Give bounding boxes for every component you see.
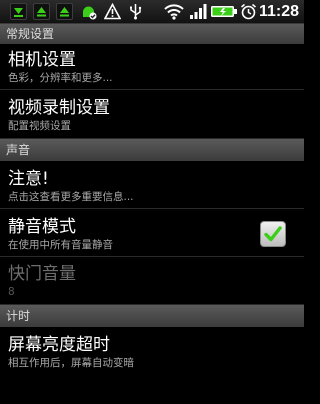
checkmark-icon bbox=[264, 226, 282, 242]
clock: 11:28 bbox=[258, 3, 299, 20]
settings-list[interactable]: 常规设置 相机设置 色彩，分辨率和更多... 视频录制设置 配置视频设置 声音 … bbox=[0, 24, 304, 379]
section-header-general: 常规设置 bbox=[0, 24, 304, 44]
list-item-shutter-volume: 快门音量 8 bbox=[0, 257, 304, 305]
upload-icon bbox=[56, 3, 73, 20]
download-icon bbox=[10, 3, 27, 20]
item-summary: 配置视频设置 bbox=[8, 120, 71, 132]
section-header-timing: 计时 bbox=[0, 305, 304, 327]
item-title: 相机设置 bbox=[8, 50, 76, 70]
wifi-icon bbox=[164, 3, 184, 20]
battery-charging-icon bbox=[210, 3, 238, 20]
status-bar: 11:28 bbox=[0, 0, 304, 24]
warning-icon bbox=[103, 2, 122, 20]
item-title: 屏幕亮度超时 bbox=[8, 335, 110, 355]
item-title: 快门音量 bbox=[8, 264, 76, 284]
alarm-icon bbox=[240, 3, 257, 20]
signal-icon bbox=[189, 3, 207, 20]
item-title: 注意! bbox=[8, 169, 49, 189]
list-item-video-settings[interactable]: 视频录制设置 配置视频设置 bbox=[0, 90, 304, 139]
upload-icon bbox=[33, 3, 50, 20]
android-settings-screen: 11:28 常规设置 相机设置 色彩，分辨率和更多... 视频录制设置 配置视频… bbox=[0, 0, 304, 404]
section-header-sound: 声音 bbox=[0, 139, 304, 161]
silent-mode-checkbox[interactable] bbox=[260, 221, 286, 247]
item-summary: 相互作用后，屏幕自动变暗 bbox=[8, 357, 134, 369]
item-summary: 8 bbox=[8, 286, 15, 298]
item-summary: 点击这查看更多重要信息... bbox=[8, 191, 134, 203]
item-title: 视频录制设置 bbox=[8, 98, 110, 118]
list-item-screen-timeout[interactable]: 屏幕亮度超时 相互作用后，屏幕自动变暗 bbox=[0, 327, 304, 379]
usb-icon bbox=[127, 3, 144, 20]
list-item-notice[interactable]: 注意! 点击这查看更多重要信息... bbox=[0, 161, 304, 209]
item-summary: 色彩，分辨率和更多... bbox=[8, 72, 113, 84]
list-item-camera-settings[interactable]: 相机设置 色彩，分辨率和更多... bbox=[0, 44, 304, 90]
android-update-icon bbox=[80, 3, 97, 20]
list-item-silent-mode[interactable]: 静音模式 在使用中所有音量静音 bbox=[0, 209, 304, 257]
